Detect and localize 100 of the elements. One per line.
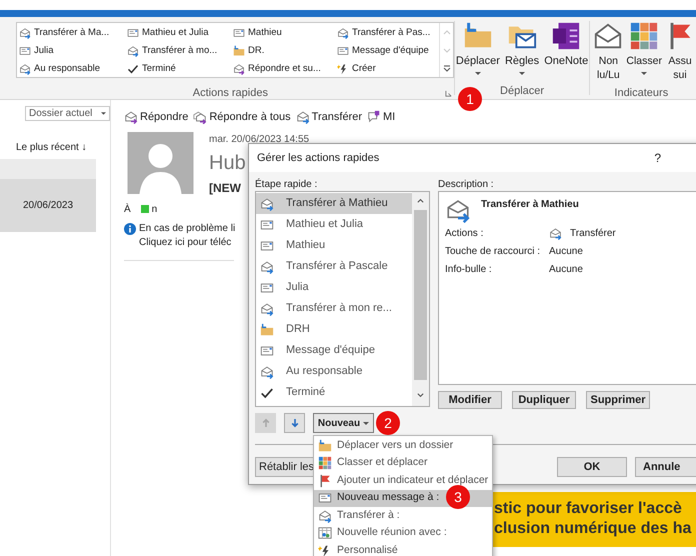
message-card-icon bbox=[260, 238, 274, 252]
quick-step-item[interactable]: Répondre et su... bbox=[231, 60, 335, 77]
to-label: À bbox=[124, 202, 131, 216]
scroll-down-icon[interactable] bbox=[416, 392, 425, 399]
quick-step-row[interactable]: Message d'équipe bbox=[256, 340, 412, 361]
menu-item[interactable]: Déplacer vers un dossier bbox=[314, 437, 492, 454]
envelope-arrow-icon bbox=[296, 110, 310, 124]
envelope-arrow-icon bbox=[549, 226, 562, 240]
quick-step-row[interactable]: Transférer à mon re... bbox=[256, 298, 412, 319]
dialog-launcher-icon[interactable] bbox=[444, 90, 452, 97]
dialog-button[interactable]: OK bbox=[557, 457, 627, 477]
envelope-arrow-icon bbox=[260, 302, 274, 316]
scroll-thumb[interactable] bbox=[414, 210, 427, 380]
menu-item[interactable]: Nouvelle réunion avec : bbox=[314, 524, 492, 542]
ribbon-button[interactable]: Assu sui bbox=[664, 21, 696, 82]
dialog-button[interactable]: Dupliquer bbox=[512, 391, 576, 409]
scrollbar[interactable] bbox=[412, 192, 429, 406]
dialog-button[interactable]: Modifier bbox=[438, 391, 502, 409]
quick-step-row[interactable]: DRH bbox=[256, 319, 412, 340]
quick-step-row[interactable]: Terminé bbox=[256, 382, 412, 403]
ribbon-button[interactable]: Non lu/Lu bbox=[592, 21, 624, 82]
scope-dropdown[interactable]: Dossier actuel bbox=[25, 106, 110, 121]
scroll-up-icon[interactable] bbox=[416, 197, 425, 204]
notebook-icon bbox=[551, 21, 582, 51]
property-value: Transférer bbox=[570, 226, 616, 240]
message-card-icon bbox=[337, 45, 349, 57]
down-arrow-icon bbox=[290, 418, 298, 428]
headline-banner: stic pour favoriser l'accè clusion numérique des ha bbox=[492, 492, 696, 546]
quick-step-item[interactable]: Transférer à mo... bbox=[125, 42, 231, 60]
message-row[interactable]: 20/06/2023 bbox=[0, 179, 96, 232]
flag-icon bbox=[318, 474, 332, 488]
checkmark-icon bbox=[127, 63, 139, 75]
group-label: Indicateurs bbox=[613, 86, 670, 101]
ribbon-button[interactable]: OneNote bbox=[543, 21, 590, 80]
quick-step-row[interactable]: Mathieu et Julia bbox=[256, 214, 412, 235]
message-card-icon bbox=[233, 27, 245, 39]
sort-label[interactable]: Le plus récent ↓ bbox=[16, 140, 110, 155]
step-number-badge: 1 bbox=[458, 87, 482, 111]
envelopes-arrow-icon bbox=[193, 110, 208, 124]
reading-action[interactable]: MI bbox=[367, 109, 396, 126]
quick-step-item[interactable]: DR. bbox=[231, 42, 335, 60]
quick-step-item[interactable]: Au responsable bbox=[17, 60, 125, 77]
caret-icon bbox=[101, 112, 106, 115]
help-button[interactable]: ? bbox=[654, 149, 661, 167]
quick-step-row[interactable]: Mathieu bbox=[256, 235, 412, 256]
quick-step-row[interactable]: Julia bbox=[256, 277, 412, 298]
avatar-placeholder bbox=[127, 132, 194, 194]
ribbon-button[interactable]: Classer bbox=[625, 21, 663, 82]
quick-step-row[interactable]: Au responsable bbox=[256, 361, 412, 382]
quick-step-row[interactable]: Transférer à Pascale bbox=[256, 256, 412, 277]
caret-icon bbox=[363, 422, 370, 424]
reading-action[interactable]: Répondre à tous bbox=[193, 109, 291, 126]
ribbon-button[interactable]: Règles bbox=[504, 21, 540, 80]
chat-bubble-icon bbox=[367, 110, 381, 124]
group-label: Actions rapides bbox=[192, 86, 269, 101]
property-value: Aucune bbox=[549, 244, 583, 258]
menu-item[interactable]: Personnalisé bbox=[314, 542, 492, 556]
ribbon-button[interactable]: Déplacer bbox=[454, 21, 501, 80]
dialog-button[interactable]: Annule bbox=[635, 457, 696, 477]
quick-step-item[interactable]: Mathieu bbox=[231, 24, 335, 42]
quick-step-item[interactable]: Mathieu et Julia bbox=[125, 24, 231, 42]
message-date: mar. 20/06/2023 14:55 bbox=[209, 132, 310, 146]
quick-step-item[interactable]: Julia bbox=[17, 42, 125, 60]
up-arrow-icon bbox=[262, 418, 270, 428]
envelope-icon bbox=[593, 21, 624, 51]
message-card-icon bbox=[127, 27, 139, 39]
subject-text: [NEW bbox=[209, 180, 241, 196]
reading-action[interactable]: Répondre bbox=[124, 109, 188, 126]
folder-arrow-icon bbox=[260, 322, 274, 336]
quick-step-row[interactable]: Transférer à Mathieu bbox=[256, 193, 412, 214]
description-title: Transférer à Mathieu bbox=[481, 198, 579, 212]
envelope-arrow-icon bbox=[124, 110, 138, 124]
info-icon bbox=[124, 222, 136, 234]
recipient-name: n bbox=[152, 202, 158, 216]
presence-indicator bbox=[140, 205, 149, 213]
quick-step-item[interactable]: Transférer à Pas... bbox=[335, 24, 439, 42]
envelope-arrow-icon bbox=[260, 364, 274, 378]
message-row[interactable] bbox=[0, 159, 96, 179]
property-label: Actions : bbox=[445, 226, 484, 240]
message-card-icon bbox=[260, 218, 274, 232]
menu-item[interactable]: Classer et déplacer bbox=[314, 454, 492, 472]
info-text[interactable]: En cas de problème li bbox=[139, 222, 236, 236]
quick-step-item[interactable]: Créer bbox=[335, 60, 439, 77]
info-text[interactable]: Cliquez ici pour téléc bbox=[139, 236, 236, 250]
envelope-arrow-icon bbox=[19, 27, 31, 39]
envelope-arrow-icon bbox=[19, 63, 31, 75]
move-down-button[interactable] bbox=[284, 413, 305, 433]
folder-arrow-icon bbox=[233, 45, 245, 57]
color-grid-icon bbox=[629, 21, 660, 51]
envelope-arrow-icon bbox=[260, 196, 274, 210]
reading-action[interactable]: Transférer bbox=[296, 109, 362, 126]
checkmark-icon bbox=[260, 386, 274, 400]
color-grid-icon bbox=[318, 456, 332, 470]
quick-step-item[interactable]: Message d'équipe bbox=[335, 42, 439, 60]
dialog-button[interactable]: Supprimer bbox=[586, 391, 650, 409]
menu-item[interactable]: Transférer à : bbox=[314, 507, 492, 524]
quick-step-item[interactable]: Transférer à Ma... bbox=[17, 24, 125, 42]
new-dropdown-button[interactable]: Nouveau bbox=[313, 413, 374, 433]
envelope-arrow-icon bbox=[260, 260, 274, 274]
quick-step-item[interactable]: Terminé bbox=[125, 60, 231, 77]
